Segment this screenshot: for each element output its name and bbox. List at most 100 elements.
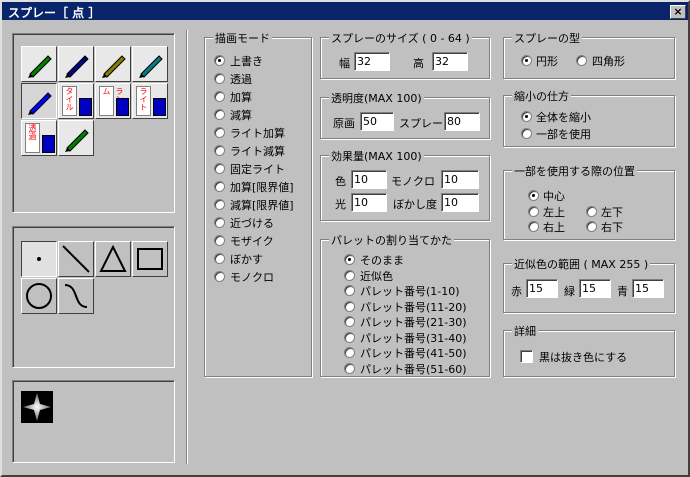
red-label: 赤 xyxy=(511,285,522,298)
position-label-center: 中心 xyxy=(543,190,565,203)
close-button[interactable]: × xyxy=(670,5,686,19)
triangle-shape-icon xyxy=(99,244,127,272)
tool-button-5[interactable]: タイル xyxy=(58,83,94,119)
draw-mode-group: 描画モード 上書き 透過 加算 減算 ライト加算 ライト減算 固定ライト 加算[限界値] 減算[… xyxy=(204,30,312,377)
draw-mode-title: 描画モード xyxy=(213,30,272,46)
draw-mode-list-radio-4[interactable] xyxy=(214,127,225,138)
draw-mode-list-radio-11[interactable] xyxy=(214,253,225,264)
shrink-radio-1[interactable] xyxy=(521,128,532,139)
position-label-bottom-right: 右下 xyxy=(601,221,623,234)
opacity-group: 透明度(MAX 100) 原画 50 スプレー 80 xyxy=(320,90,490,139)
light-label: 光 xyxy=(335,198,346,211)
spray-type-label-1: 四角形 xyxy=(592,55,625,68)
tile-spray-tool-icon: タイル xyxy=(62,86,77,116)
effect-title: 効果量(MAX 100) xyxy=(329,148,424,164)
draw-mode-list-radio-10[interactable] xyxy=(214,235,225,246)
tool-button-4[interactable] xyxy=(21,83,57,119)
draw-mode-list-radio-5[interactable] xyxy=(214,145,225,156)
black-transparent-checkbox[interactable] xyxy=(520,350,533,363)
preview-panel xyxy=(12,380,175,463)
tool-button-8[interactable]: 透過 xyxy=(21,120,57,156)
draw-mode-list-radio-3[interactable] xyxy=(214,109,225,120)
draw-mode-list-radio-1[interactable] xyxy=(214,73,225,84)
width-input[interactable]: 32 xyxy=(354,52,390,71)
height-label: 高 xyxy=(413,57,424,70)
detail-group: 詳細 黒は抜き色にする xyxy=(503,323,675,377)
light-effect-input[interactable]: 10 xyxy=(351,193,387,212)
tool-button-7[interactable]: ライト xyxy=(132,83,168,119)
title-bar[interactable]: スプレー［ 点 ］ × xyxy=(2,2,688,20)
monochrome-effect-input[interactable]: 10 xyxy=(441,170,479,189)
position-label-top-right: 右上 xyxy=(543,221,565,234)
color-effect-input[interactable]: 10 xyxy=(351,170,387,189)
spray-type-radio-1[interactable] xyxy=(576,55,587,66)
window-title: スプレー［ 点 ］ xyxy=(8,6,101,20)
tool-button-6[interactable]: ランダム xyxy=(95,83,131,119)
detail-title: 詳細 xyxy=(512,323,538,339)
tool-button-2[interactable] xyxy=(95,46,131,82)
draw-mode-list-radio-2[interactable] xyxy=(214,91,225,102)
brush-tool-icon xyxy=(65,129,89,152)
shape-button-5[interactable] xyxy=(58,278,94,314)
shape-button-4[interactable] xyxy=(21,278,57,314)
position-radio-center[interactable] xyxy=(528,190,539,201)
draw-mode-list-radio-8[interactable] xyxy=(214,199,225,210)
tool-button-9[interactable] xyxy=(58,120,94,156)
draw-mode-list-radio-6[interactable] xyxy=(214,163,225,174)
draw-mode-list-radio-7[interactable] xyxy=(214,181,225,192)
position-radio-bottom-left[interactable] xyxy=(586,206,597,217)
shrink-radio-0[interactable] xyxy=(521,111,532,122)
color-label: 色 xyxy=(335,175,346,188)
position-radio-top-left[interactable] xyxy=(528,206,539,217)
random-spray-tool-icon: ランダム xyxy=(99,86,124,116)
line-shape-icon xyxy=(62,245,90,273)
shape-button-3[interactable] xyxy=(132,241,168,277)
palette-list-radio-7[interactable] xyxy=(344,362,355,374)
height-input[interactable]: 32 xyxy=(432,52,468,71)
transparent-spray-tool-icon: 透過 xyxy=(25,123,40,153)
blue-range-input[interactable]: 15 xyxy=(632,279,664,298)
position-radio-top-right[interactable] xyxy=(528,221,539,232)
spray-opacity-input[interactable]: 80 xyxy=(444,112,480,131)
blur-effect-input[interactable]: 10 xyxy=(441,193,479,212)
spray-preview xyxy=(21,391,53,423)
draw-mode-list-label-1: 透過 xyxy=(230,73,252,86)
tool-button-3[interactable] xyxy=(132,46,168,82)
red-range-input[interactable]: 15 xyxy=(526,279,558,298)
palette-list-radio-2[interactable] xyxy=(344,285,355,296)
spray-opacity-label: スプレー xyxy=(399,117,443,130)
tool-button-1[interactable] xyxy=(58,46,94,82)
palette-list-radio-0[interactable] xyxy=(344,254,355,265)
original-opacity-input[interactable]: 50 xyxy=(360,112,394,131)
tool-button-0[interactable] xyxy=(21,46,57,82)
draw-mode-list-radio-0[interactable] xyxy=(214,55,225,66)
draw-mode-list-label-12: モノクロ xyxy=(230,271,274,284)
draw-mode-list-label-11: ぼかす xyxy=(230,253,263,266)
palette-group: パレットの割り当てかた そのまま 近似色 パレット番号(1-10) パレット番号(11… xyxy=(320,232,490,377)
draw-mode-list-label-2: 加算 xyxy=(230,91,252,104)
draw-mode-list-label-0: 上書き xyxy=(230,55,263,68)
draw-mode-list-label-10: モザイク xyxy=(230,235,274,248)
shape-button-0[interactable] xyxy=(21,241,57,277)
palette-list-radio-4[interactable] xyxy=(344,316,355,327)
palette-list-radio-3[interactable] xyxy=(344,300,355,312)
position-group: 一部を使用する際の位置 中心 左上 右上 左下 右下 xyxy=(503,163,675,240)
draw-mode-list-label-7: 加算[限界値] xyxy=(230,181,294,194)
draw-mode-list-radio-12[interactable] xyxy=(214,271,225,282)
shape-button-2[interactable] xyxy=(95,241,131,277)
palette-list-radio-5[interactable] xyxy=(344,331,355,343)
palette-list-label-7: パレット番号(51-60) xyxy=(360,362,467,376)
palette-list-radio-6[interactable] xyxy=(344,347,355,358)
green-range-input[interactable]: 15 xyxy=(579,279,611,298)
circle-shape-icon xyxy=(26,283,52,309)
position-label-bottom-left: 左下 xyxy=(601,206,623,219)
position-radio-bottom-right[interactable] xyxy=(586,221,597,232)
palette-list-radio-1[interactable] xyxy=(344,269,355,281)
eraser-tool-icon xyxy=(102,55,126,78)
spray-type-radio-0[interactable] xyxy=(521,55,532,66)
shape-button-1[interactable] xyxy=(58,241,94,277)
spray-type-group: スプレーの型 円形 四角形 xyxy=(503,30,675,79)
position-title: 一部を使用する際の位置 xyxy=(512,163,637,179)
shrink-label-1: 一部を使用 xyxy=(536,128,591,141)
draw-mode-list-radio-9[interactable] xyxy=(214,217,225,228)
